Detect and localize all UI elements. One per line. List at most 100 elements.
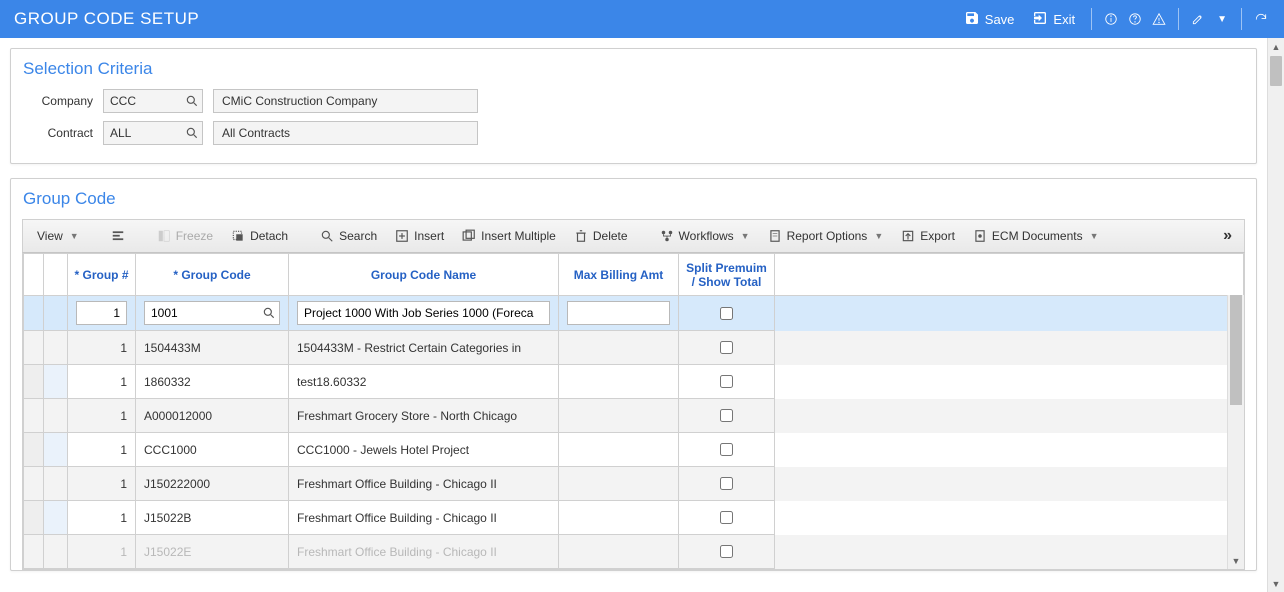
exit-button[interactable]: Exit bbox=[1026, 6, 1081, 33]
group-num-cell: 1 bbox=[68, 365, 136, 399]
row-handle[interactable] bbox=[24, 501, 44, 535]
split-premium-checkbox[interactable] bbox=[720, 477, 733, 490]
row-selector[interactable] bbox=[44, 296, 68, 331]
detach-icon bbox=[231, 229, 245, 243]
split-premium-checkbox[interactable] bbox=[720, 511, 733, 524]
save-button[interactable]: Save bbox=[958, 6, 1021, 33]
toolbar-overflow[interactable]: » bbox=[1217, 225, 1238, 247]
column-group-num[interactable]: * Group # bbox=[68, 254, 136, 296]
report-options-button[interactable]: Report Options ▼ bbox=[760, 225, 892, 247]
format-icon bbox=[111, 229, 125, 243]
group-code-title: Group Code bbox=[23, 189, 1244, 209]
search-button[interactable]: Search bbox=[312, 225, 385, 247]
format-button[interactable] bbox=[103, 225, 133, 247]
exit-icon bbox=[1032, 10, 1048, 29]
split-premium-checkbox[interactable] bbox=[720, 307, 733, 320]
insert-multiple-button[interactable]: Insert Multiple bbox=[454, 225, 564, 247]
row-selector[interactable] bbox=[44, 433, 68, 467]
search-label: Search bbox=[339, 229, 377, 243]
divider bbox=[1178, 8, 1179, 30]
group-code-name-cell: Freshmart Office Building - Chicago II bbox=[289, 467, 559, 501]
search-icon[interactable] bbox=[185, 126, 199, 140]
column-group-code[interactable]: * Group Code bbox=[136, 254, 289, 296]
table-row[interactable]: 1CCC1000CCC1000 - Jewels Hotel Project bbox=[24, 433, 1244, 467]
column-group-code-name[interactable]: Group Code Name bbox=[289, 254, 559, 296]
page-title: GROUP CODE SETUP bbox=[14, 9, 199, 29]
delete-label: Delete bbox=[593, 229, 628, 243]
row-selector[interactable] bbox=[44, 331, 68, 365]
split-premium-checkbox[interactable] bbox=[720, 409, 733, 422]
detach-label: Detach bbox=[250, 229, 288, 243]
export-button[interactable]: Export bbox=[893, 225, 963, 247]
table-row[interactable]: 11504433M1504433M - Restrict Certain Cat… bbox=[24, 331, 1244, 365]
dropdown-caret[interactable]: ▼ bbox=[1213, 14, 1231, 25]
freeze-button[interactable]: Freeze bbox=[149, 225, 221, 247]
column-max-billing-amt[interactable]: Max Billing Amt bbox=[559, 254, 679, 296]
row-handle[interactable] bbox=[24, 399, 44, 433]
detach-button[interactable]: Detach bbox=[223, 225, 296, 247]
row-handle[interactable] bbox=[24, 467, 44, 501]
table-row[interactable]: 1J150222000Freshmart Office Building - C… bbox=[24, 467, 1244, 501]
selection-criteria-title: Selection Criteria bbox=[23, 59, 1244, 79]
insert-button[interactable]: Insert bbox=[387, 225, 452, 247]
content-area: ▲ ▼ Selection Criteria Company CMiC Cons… bbox=[0, 38, 1284, 592]
row-handle[interactable] bbox=[24, 331, 44, 365]
search-icon bbox=[320, 229, 334, 243]
refresh-icon[interactable] bbox=[1252, 10, 1270, 28]
split-premium-checkbox[interactable] bbox=[720, 443, 733, 456]
row-handle[interactable] bbox=[24, 296, 44, 331]
row-handle[interactable] bbox=[24, 535, 44, 569]
max-billing-cell bbox=[559, 535, 679, 569]
max-billing-input[interactable] bbox=[567, 301, 670, 325]
max-billing-cell bbox=[559, 501, 679, 535]
workflows-button[interactable]: Workflows ▼ bbox=[652, 225, 758, 247]
company-label: Company bbox=[23, 94, 93, 108]
group-code-cell: CCC1000 bbox=[136, 433, 289, 467]
edit-icon[interactable] bbox=[1189, 10, 1207, 28]
row-index-header bbox=[44, 254, 68, 296]
search-icon[interactable] bbox=[262, 306, 276, 320]
table-row[interactable]: 1A000012000Freshmart Grocery Store - Nor… bbox=[24, 399, 1244, 433]
row-handle[interactable] bbox=[24, 365, 44, 399]
split-premium-checkbox[interactable] bbox=[720, 341, 733, 354]
warning-icon[interactable] bbox=[1150, 10, 1168, 28]
help-icon[interactable] bbox=[1126, 10, 1144, 28]
insert-icon bbox=[395, 229, 409, 243]
page-scrollbar[interactable]: ▲ ▼ bbox=[1267, 38, 1284, 592]
grid-toolbar: View ▼ Freeze Detach bbox=[22, 219, 1245, 253]
group-code-input[interactable] bbox=[144, 301, 280, 325]
group-num-input[interactable] bbox=[76, 301, 127, 325]
column-split-premium[interactable]: Split Premuim / Show Total bbox=[679, 254, 775, 296]
row-selector[interactable] bbox=[44, 467, 68, 501]
row-selector[interactable] bbox=[44, 399, 68, 433]
row-handle[interactable] bbox=[24, 433, 44, 467]
table-row[interactable]: 11860332test18.60332 bbox=[24, 365, 1244, 399]
search-icon[interactable] bbox=[185, 94, 199, 108]
row-selector[interactable] bbox=[44, 535, 68, 569]
split-premium-checkbox[interactable] bbox=[720, 375, 733, 388]
group-code-cell: J15022B bbox=[136, 501, 289, 535]
delete-button[interactable]: Delete bbox=[566, 225, 636, 247]
view-menu[interactable]: View ▼ bbox=[29, 225, 87, 247]
group-num-cell: 1 bbox=[68, 467, 136, 501]
table-row[interactable] bbox=[24, 296, 1244, 331]
group-code-grid: * Group # * Group Code Group Code Name M… bbox=[22, 253, 1245, 570]
selection-criteria-panel: Selection Criteria Company CMiC Construc… bbox=[10, 48, 1257, 164]
grid-scrollbar[interactable]: ▼ bbox=[1227, 295, 1244, 569]
max-billing-cell bbox=[559, 331, 679, 365]
freeze-label: Freeze bbox=[176, 229, 213, 243]
table-row[interactable]: 1J15022EFreshmart Office Building - Chic… bbox=[24, 535, 1244, 569]
info-icon[interactable] bbox=[1102, 10, 1120, 28]
group-num-cell: 1 bbox=[68, 535, 136, 569]
workflows-label: Workflows bbox=[679, 229, 734, 243]
max-billing-cell bbox=[559, 433, 679, 467]
group-code-panel: Group Code View ▼ Freeze bbox=[10, 178, 1257, 571]
row-selector[interactable] bbox=[44, 501, 68, 535]
column-header-row: * Group # * Group Code Group Code Name M… bbox=[24, 254, 1244, 296]
ecm-documents-button[interactable]: ECM Documents ▼ bbox=[965, 225, 1107, 247]
export-icon bbox=[901, 229, 915, 243]
table-row[interactable]: 1J15022BFreshmart Office Building - Chic… bbox=[24, 501, 1244, 535]
split-premium-checkbox[interactable] bbox=[720, 545, 733, 558]
row-selector[interactable] bbox=[44, 365, 68, 399]
group-code-name-input[interactable] bbox=[297, 301, 550, 325]
